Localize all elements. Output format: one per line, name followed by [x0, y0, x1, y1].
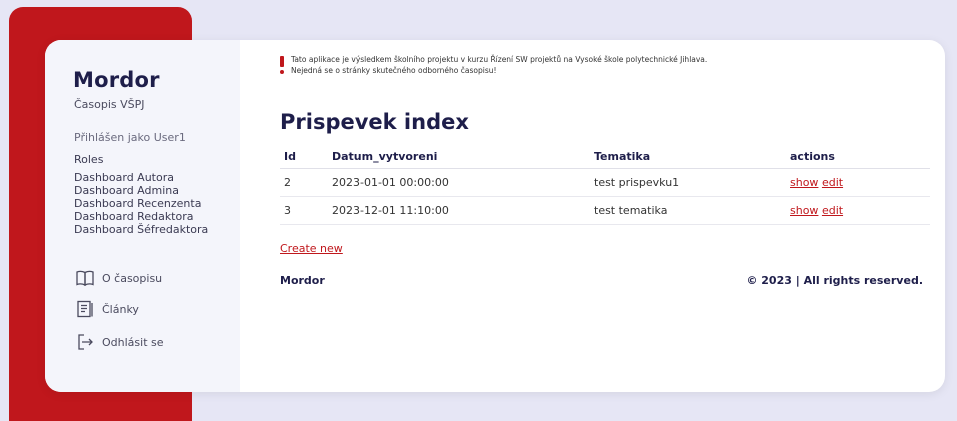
cell-date: 2023-01-01 00:00:00	[328, 168, 590, 197]
column-header-tematika: Tematika	[590, 144, 786, 169]
logout-icon	[75, 332, 95, 352]
prispevek-table: Id Datum_vytvoreni Tematika actions 2 20…	[280, 144, 930, 225]
warning-icon	[280, 56, 284, 74]
sidebar-item-label: O časopisu	[102, 271, 163, 285]
column-header-datum: Datum_vytvoreni	[328, 144, 590, 169]
page-title: Prispevek index	[280, 110, 469, 134]
table-header-row: Id Datum_vytvoreni Tematika actions	[280, 144, 930, 169]
sidebar-item-dashboard-admina[interactable]: Dashboard Admina	[74, 184, 208, 197]
logged-in-status: Přihlášen jako User1	[74, 131, 186, 144]
main-content: Tato aplikace je výsledkem školního proj…	[280, 40, 930, 392]
footer-copyright: © 2023 | All rights reserved.	[746, 274, 923, 287]
show-link[interactable]: show	[790, 176, 818, 189]
sidebar: Mordor Časopis VŠPJ Přihlášen jako User1…	[45, 40, 240, 392]
app-card: Mordor Časopis VŠPJ Přihlášen jako User1…	[45, 40, 945, 392]
sidebar-item-roles[interactable]: Roles	[74, 153, 208, 166]
cell-topic: test tematika	[590, 196, 786, 225]
cell-actions: show edit	[786, 168, 930, 197]
sidebar-item-dashboard-sefredaktora[interactable]: Dashboard Šéfredaktora	[74, 223, 208, 236]
column-header-actions: actions	[786, 144, 930, 169]
notice-line-2: Nejedná se o stránky skutečného odbornéh…	[291, 66, 497, 75]
cell-id: 2	[280, 168, 328, 197]
column-header-id: Id	[280, 144, 328, 169]
cell-topic: test prispevku1	[590, 168, 786, 197]
sidebar-item-dashboard-redaktora[interactable]: Dashboard Redaktora	[74, 210, 208, 223]
table-row: 3 2023-12-01 11:10:00 test tematika show…	[280, 196, 930, 225]
sidebar-item-o-casopisu[interactable]: O časopisu	[75, 268, 162, 288]
notice-line-1: Tato aplikace je výsledkem školního proj…	[291, 55, 708, 64]
sidebar-item-label: Odhlásit se	[102, 335, 164, 349]
sidebar-nav: Roles Dashboard Autora Dashboard Admina …	[74, 153, 208, 236]
brand-title[interactable]: Mordor	[73, 68, 160, 92]
sidebar-item-dashboard-autora[interactable]: Dashboard Autora	[74, 171, 208, 184]
table-row: 2 2023-01-01 00:00:00 test prispevku1 sh…	[280, 168, 930, 197]
sidebar-item-dashboard-recenzenta[interactable]: Dashboard Recenzenta	[74, 197, 208, 210]
show-link[interactable]: show	[790, 204, 818, 217]
edit-link[interactable]: edit	[822, 204, 843, 217]
create-new-link[interactable]: Create new	[280, 242, 343, 255]
article-icon	[75, 299, 95, 319]
cell-date: 2023-12-01 11:10:00	[328, 196, 590, 225]
edit-link[interactable]: edit	[822, 176, 843, 189]
cell-actions: show edit	[786, 196, 930, 225]
brand-subtitle: Časopis VŠPJ	[74, 98, 145, 111]
sidebar-item-odhlasit-se[interactable]: Odhlásit se	[75, 332, 164, 352]
footer-brand: Mordor	[280, 274, 325, 287]
sidebar-item-clanky[interactable]: Články	[75, 299, 139, 319]
sidebar-item-label: Články	[102, 302, 139, 316]
cell-id: 3	[280, 196, 328, 225]
book-icon	[75, 268, 95, 288]
